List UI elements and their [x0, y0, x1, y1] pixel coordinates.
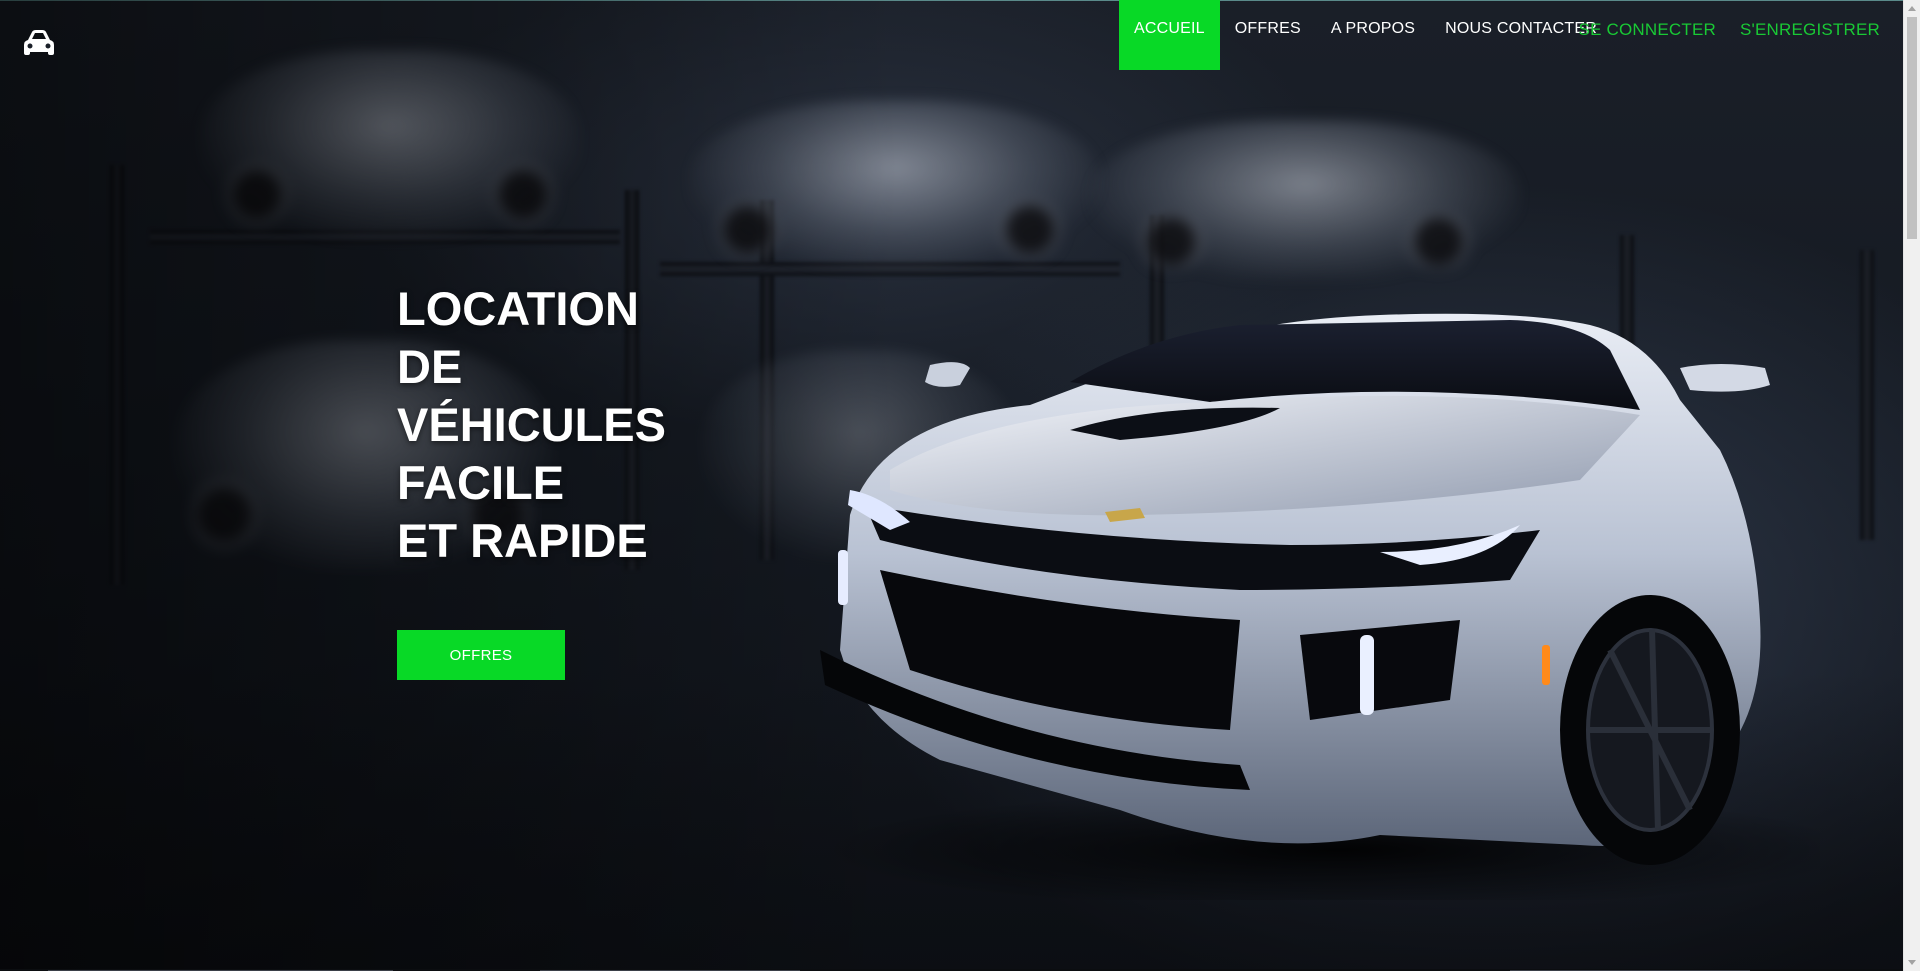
car-logo-icon[interactable]: [22, 28, 56, 58]
vertical-scrollbar[interactable]: [1903, 0, 1920, 971]
background-car: [1090, 120, 1520, 280]
hero-title-line: DE: [397, 340, 463, 393]
hero-title-line: LOCATION: [397, 282, 639, 335]
main-nav: ACCUEIL OFFRES A PROPOS NOUS CONTACTER: [1119, 0, 1612, 70]
register-link[interactable]: S'ENREGISTRER: [1740, 20, 1880, 40]
login-link[interactable]: SE CONNECTER: [1579, 20, 1716, 40]
hero-title: LOCATION DE VÉHICULES FACILE ET RAPIDE: [397, 280, 666, 570]
scroll-down-arrow-icon[interactable]: [1904, 954, 1920, 971]
offres-cta-button[interactable]: OFFRES: [397, 630, 565, 680]
hero-title-line: ET RAPIDE: [397, 514, 648, 567]
nav-item-offres[interactable]: OFFRES: [1220, 0, 1316, 70]
page-viewport: ACCUEIL OFFRES A PROPOS NOUS CONTACTER S…: [0, 0, 1903, 971]
auth-links: SE CONNECTER S'ENREGISTRER: [1579, 0, 1880, 70]
hero-car-image: [820, 313, 1820, 900]
scrollbar-thumb[interactable]: [1907, 17, 1917, 239]
hero-title-line: FACILE: [397, 456, 565, 509]
nav-item-accueil[interactable]: ACCUEIL: [1119, 0, 1220, 70]
nav-item-a-propos[interactable]: A PROPOS: [1316, 0, 1430, 70]
lift-post: [1860, 250, 1874, 540]
scroll-up-arrow-icon[interactable]: [1904, 0, 1920, 17]
hero-title-line: VÉHICULES: [397, 398, 666, 451]
